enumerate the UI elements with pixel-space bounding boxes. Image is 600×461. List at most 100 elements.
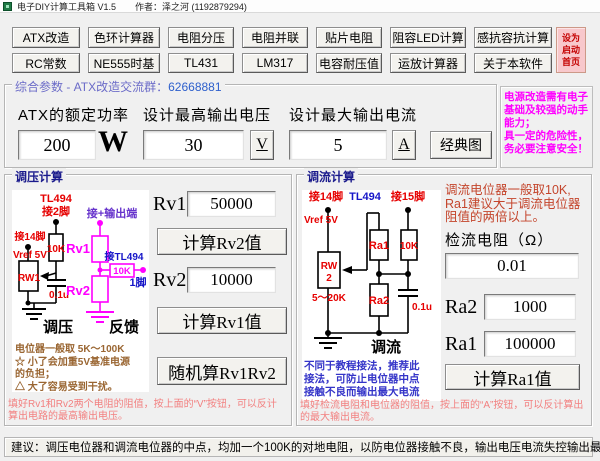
- params-group-title: 综合参数 - ATX改造交流群：: [15, 80, 168, 94]
- label-vref: Vref 5V: [13, 250, 47, 261]
- label-rw1-pot: RW1: [18, 273, 40, 284]
- label-10k: 10K: [400, 241, 419, 252]
- rv1-label: Rv1: [153, 193, 186, 216]
- tab-smd-resistor[interactable]: 贴片电阻: [316, 27, 382, 48]
- ra2-label: Ra2: [445, 296, 477, 319]
- label-feedback: 反馈: [109, 318, 139, 336]
- label-10k-resistor: 10K: [47, 244, 66, 255]
- tip-line: Ra1建议大于调流电位器: [445, 198, 580, 212]
- power-input[interactable]: 200: [18, 130, 96, 160]
- tab-resistor-parallel[interactable]: 电阻并联: [242, 27, 308, 48]
- tab-cap-voltage[interactable]: 电容耐压值: [316, 53, 382, 73]
- node-dot: [376, 330, 382, 336]
- warning-line: 具一定的危险性，: [504, 130, 589, 143]
- note-line: ☆ 小了会加重5V基准电源: [15, 357, 130, 370]
- node-dot: [140, 267, 146, 273]
- ra1-label: Ra1: [445, 333, 477, 356]
- rv2-input[interactable]: 10000: [187, 267, 276, 293]
- label-ra1: Ra1: [369, 240, 389, 252]
- tab-lm317[interactable]: LM317: [242, 53, 308, 73]
- label-10k-feedback: 10K: [113, 266, 131, 277]
- tab-color-ring-calc[interactable]: 色环计算器: [88, 27, 160, 48]
- label-cap-01u: 0.1u: [412, 302, 432, 313]
- calc-current-button[interactable]: A: [392, 130, 416, 160]
- power-label: ATX的额定功率: [18, 104, 129, 125]
- classic-diagram-button[interactable]: 经典图: [430, 131, 492, 159]
- warning-line: 电源改造需有电子: [504, 91, 589, 104]
- label-pin14: 接14脚: [309, 190, 343, 203]
- calc-voltage-button[interactable]: V: [250, 130, 274, 160]
- current-label: 设计最大输出电流: [289, 104, 417, 125]
- sense-resistor-input[interactable]: 0.01: [445, 253, 579, 279]
- tab-rc-led-calc[interactable]: 阻容LED计算: [390, 27, 466, 48]
- pot-range-note: 电位器一般取 5K～100K ☆ 小了会加重5V基准电源 的负担； △ 大了容易…: [15, 344, 130, 394]
- set-homepage-button[interactable]: 设为 启动 首页: [556, 27, 586, 73]
- calc-rv2-button[interactable]: 计算Rv2值: [157, 228, 287, 255]
- node-dot: [26, 301, 31, 306]
- label-to-tl494: 接TL494: [105, 250, 144, 263]
- current-panel-label: 调流计算: [304, 168, 358, 185]
- node-dot: [325, 207, 331, 213]
- tab-about[interactable]: 关于本软件: [474, 53, 552, 73]
- tab-reactance-calc[interactable]: 感抗容抗计算: [474, 27, 552, 48]
- current-pot-tip: 调流电位器一般取10K, Ra1建议大于调流电位器 阻值的两倍以上。: [445, 184, 580, 225]
- hint-line: 填好Rv1和Rv2两个电阻的阻值，按上面的“V”按钮，可以反计: [8, 399, 277, 411]
- voltage-panel-label: 调压计算: [12, 168, 66, 185]
- node-dot: [376, 271, 382, 277]
- rv1-input[interactable]: 50000: [187, 191, 276, 217]
- params-group-label: 综合参数 - ATX改造交流群：62668881: [12, 78, 225, 95]
- tab-resistor-divider[interactable]: 电阻分压: [168, 27, 234, 48]
- set-homepage-line: 设为: [562, 32, 580, 44]
- tab-opamp-calc[interactable]: 运放计算器: [390, 53, 466, 73]
- safety-warning-box: 电源改造需有电子 基础及较强的动手 能力； 具一定的危险性， 务必要注意安全！: [500, 86, 593, 168]
- label-ra2: Ra2: [369, 295, 389, 307]
- rv2-label: Rv2: [153, 269, 186, 292]
- note-line: 接触不良而输出最大电流: [304, 386, 420, 399]
- voltage-hint-text: 填好Rv1和Rv2两个电阻的阻值，按上面的“V”按钮，可以反计 算出电路的最高输…: [8, 399, 277, 423]
- qq-group-number: 62668881: [168, 80, 221, 94]
- label-current-adjust: 调流: [371, 338, 401, 356]
- hint-line: 算出电路的最高输出电压。: [8, 411, 277, 423]
- node-dot: [98, 268, 103, 273]
- calc-rv1-button[interactable]: 计算Rv1值: [157, 307, 287, 334]
- tab-tl431[interactable]: TL431: [168, 53, 234, 73]
- note-line: 的负担；: [15, 369, 130, 382]
- wiring-note: 不同于教程接法，推荐此 接法，可防止电位器中点 接触不良而输出最大电流: [304, 360, 420, 399]
- current-circuit-panel: 接14脚 TL494 接15脚 Vref 5V RW 2 5～20K Ra1 1…: [302, 190, 441, 401]
- rw2-wiper-arrow: [342, 266, 352, 274]
- warning-line: 基础及较强的动手: [504, 104, 589, 117]
- label-pot-range: 5～20K: [312, 293, 347, 304]
- hint-line: 填好检流电阻和电位器的阻值，按上面的“A”按钮，可以反计算出: [300, 400, 583, 412]
- tab-atx-mod[interactable]: ATX改造: [12, 27, 80, 48]
- set-homepage-line: 启动: [562, 44, 580, 56]
- calc-ra1-button[interactable]: 计算Ra1值: [445, 364, 580, 390]
- label-tl494: TL494: [40, 193, 73, 205]
- tab-rc-constant[interactable]: RC常数: [12, 53, 80, 73]
- rw1-wiper-arrow: [40, 272, 49, 280]
- node-dot: [405, 207, 411, 213]
- voltage-circuit-diagram: TL494 接2脚 接+输出端 接14脚 Vref 5V 10K RW1 0.1…: [12, 190, 149, 342]
- power-unit-label: W: [98, 125, 128, 159]
- label-pin15: 接15脚: [391, 190, 425, 203]
- current-circuit-diagram: 接14脚 TL494 接15脚 Vref 5V RW 2 5～20K Ra1 1…: [302, 190, 441, 358]
- voltage-circuit-panel: TL494 接2脚 接+输出端 接14脚 Vref 5V 10K RW1 0.1…: [12, 190, 149, 392]
- tip-line: 阻值的两倍以上。: [445, 211, 580, 225]
- note-line: 不同于教程接法，推荐此: [304, 360, 420, 373]
- label-pin14: 接14脚: [14, 230, 45, 243]
- ra1-input[interactable]: 100000: [484, 331, 576, 357]
- label-pin2: 接2脚: [42, 204, 70, 218]
- hint-line: 的最大输出电流。: [300, 412, 583, 424]
- tab-ne555[interactable]: NE555时基: [88, 53, 160, 73]
- app-icon: [3, 2, 12, 11]
- ra2-input[interactable]: 1000: [484, 294, 576, 320]
- label-rv2: Rv2: [66, 283, 90, 298]
- node-dot: [405, 271, 411, 277]
- current-input[interactable]: 5: [289, 130, 387, 160]
- label-vref: Vref 5V: [304, 215, 338, 226]
- voltage-label: 设计最高输出电压: [143, 104, 271, 125]
- app-window: 电子DIY计算工具箱 V1.5 作者：泽之河 (1192879294) ATX改…: [0, 0, 600, 461]
- voltage-input[interactable]: 30: [143, 130, 244, 160]
- node-dot: [325, 330, 331, 336]
- set-homepage-line: 首页: [562, 56, 580, 68]
- random-rv1rv2-button[interactable]: 随机算Rv1Rv2: [157, 357, 287, 385]
